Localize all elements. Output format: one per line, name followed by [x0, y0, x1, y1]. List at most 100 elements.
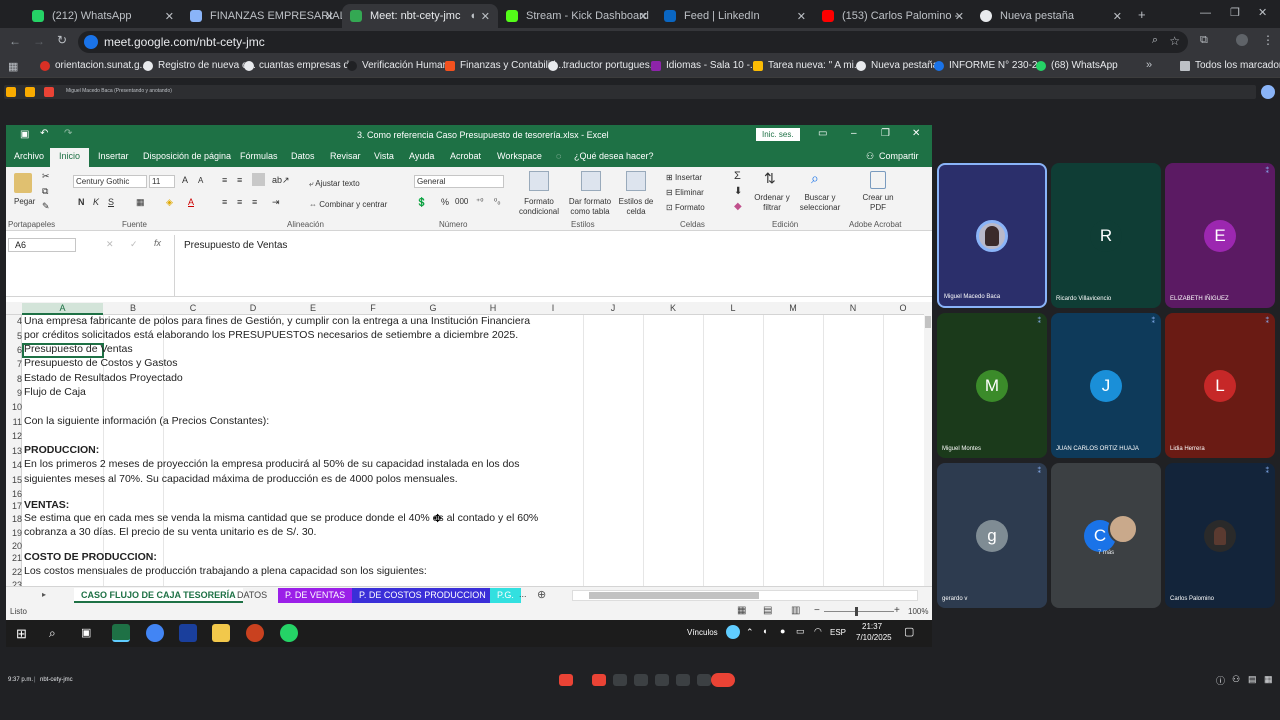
add-sheet-button[interactable]: ⊕	[537, 588, 546, 601]
extensions-icon[interactable]: ⧉	[1200, 34, 1208, 47]
file-explorer-icon[interactable]	[212, 624, 230, 642]
tab-disposicion[interactable]: Disposición de página	[143, 151, 231, 161]
tab-vista[interactable]: Vista	[374, 151, 394, 161]
normal-view-icon[interactable]: ▦	[737, 605, 746, 616]
participant-tile[interactable]: ⁑ M Miguel Montes	[937, 313, 1047, 458]
microphone-icon[interactable]: ●	[780, 626, 785, 636]
minimize-button[interactable]: –	[851, 128, 857, 139]
row-header[interactable]: 21	[6, 553, 22, 563]
chevron-up-icon[interactable]: ⌃	[746, 627, 754, 638]
sheet-tab[interactable]: DATOS	[230, 588, 274, 603]
new-tab-button[interactable]: +	[1138, 7, 1146, 22]
cell-text[interactable]: COSTO DE PRODUCCION:	[24, 551, 157, 563]
clock-date[interactable]: 7/10/2025	[856, 633, 892, 642]
row-header[interactable]: 17	[6, 501, 22, 511]
tab-datos[interactable]: Datos	[291, 151, 315, 161]
row-header[interactable]: 16	[6, 489, 22, 499]
cell-text[interactable]: PRODUCCION:	[24, 444, 99, 456]
decrease-decimal-icon[interactable]: ⁰₀	[494, 197, 501, 206]
row-header[interactable]: 13	[6, 446, 22, 456]
horizontal-scrollbar[interactable]	[572, 590, 918, 601]
participant-tile[interactable]: ⁑ J JUAN CARLOS ORTIZ HUAJA	[1051, 313, 1161, 458]
maximize-button[interactable]: ❐	[881, 128, 890, 139]
browser-tab-linkedin[interactable]: Feed | LinkedIn ✕	[656, 4, 814, 28]
speaker-icon[interactable]: ◖	[762, 626, 767, 636]
sign-in-button[interactable]: Inic. ses.	[756, 128, 800, 141]
row-header[interactable]: 10	[6, 402, 22, 412]
column-header[interactable]: B	[103, 303, 163, 313]
participant-tile[interactable]: ⁑ L Lidia Herrera	[1165, 313, 1275, 458]
delete-cells-button[interactable]: ⊟ Eliminar	[666, 188, 704, 197]
captions-button[interactable]	[613, 674, 627, 686]
ribbon-display-icon[interactable]: ▭	[818, 128, 827, 139]
autosum-icon[interactable]: Σ	[734, 170, 741, 182]
row-header[interactable]: 8	[6, 374, 22, 384]
zoom-in-icon[interactable]: +	[894, 605, 900, 616]
column-header[interactable]: I	[523, 303, 583, 313]
participant-tile[interactable]: ⁑ g gerardo v	[937, 463, 1047, 608]
cell-styles-icon[interactable]	[626, 171, 646, 191]
clear-icon[interactable]: ◆	[734, 201, 742, 212]
cell-styles-button[interactable]: Estilos de celda	[616, 197, 656, 217]
cut-icon[interactable]: ✂	[42, 171, 50, 182]
tab-acrobat[interactable]: Acrobat	[450, 151, 481, 161]
sheet-tab[interactable]: P. DE VENTAS	[278, 588, 353, 603]
browser-tab-meet[interactable]: Meet: nbt-cety-jmc ◖ ✕	[342, 4, 498, 28]
name-box[interactable]: A6	[8, 238, 76, 252]
row-header[interactable]: 11	[6, 417, 22, 427]
whatsapp-taskbar-icon[interactable]	[280, 624, 298, 642]
raise-hand-button[interactable]	[676, 674, 690, 686]
presenter-tool-icon[interactable]	[6, 87, 16, 97]
align-right-icon[interactable]: ≡	[252, 197, 257, 207]
tab-inicio[interactable]: Inicio	[50, 148, 90, 167]
emoji-button[interactable]	[634, 674, 648, 686]
row-header[interactable]: 6	[6, 345, 22, 355]
sheet-tab[interactable]: P.G.	[490, 588, 521, 603]
indent-icon[interactable]: ⇥	[272, 197, 280, 208]
apps-icon[interactable]: ▦	[8, 60, 18, 73]
row-header[interactable]: 12	[6, 431, 22, 441]
increase-decimal-icon[interactable]: ⁺⁰	[476, 197, 483, 206]
page-break-icon[interactable]: ▥	[791, 605, 800, 616]
find-select-button[interactable]: Buscar y seleccionar	[794, 193, 846, 213]
bookmark-item[interactable]: orientacion.sunat.g...	[40, 60, 148, 71]
row-header[interactable]: 9	[6, 388, 22, 398]
wifi-icon[interactable]: ◠	[814, 626, 822, 637]
font-size-select[interactable]: 11	[149, 175, 175, 188]
cell-text[interactable]: VENTAS:	[24, 499, 69, 511]
bookmark-item[interactable]: Registro de nueva e...	[143, 60, 256, 71]
chrome-taskbar-icon[interactable]	[146, 624, 164, 642]
column-header[interactable]: E	[283, 303, 343, 313]
cell-text[interactable]: cobranza a 30 días. El precio de su vent…	[24, 526, 316, 538]
clock-time[interactable]: 21:37	[862, 622, 882, 631]
close-tab-icon[interactable]: ✕	[639, 10, 648, 23]
number-format-select[interactable]: General	[414, 175, 504, 188]
close-tab-icon[interactable]: ✕	[797, 10, 806, 23]
row-header[interactable]: 7	[6, 359, 22, 369]
excel-taskbar-icon[interactable]	[112, 624, 130, 642]
font-name-select[interactable]: Century Gothic	[73, 175, 147, 188]
battery-icon[interactable]: ▭	[796, 626, 805, 637]
zoom-level[interactable]: 100%	[908, 607, 928, 616]
cell-text[interactable]: Presupuesto de Costos y Gastos	[24, 357, 178, 369]
conditional-format-button[interactable]: Formato condicional	[514, 197, 564, 217]
tab-formulas[interactable]: Fórmulas	[240, 151, 278, 161]
page-layout-icon[interactable]: ▤	[763, 605, 772, 616]
row-header[interactable]: 14	[6, 460, 22, 470]
close-tab-icon[interactable]: ✕	[165, 10, 174, 23]
align-top-icon[interactable]: ≡	[222, 175, 227, 185]
presenter-tool-icon[interactable]	[25, 87, 35, 97]
column-header[interactable]: D	[223, 303, 283, 313]
redo-icon[interactable]: ↷	[64, 128, 72, 139]
activities-icon[interactable]: ▦	[1264, 674, 1273, 685]
comma-style-icon[interactable]: 000	[455, 197, 468, 206]
bookmark-item[interactable]: Idiomas - Sala 10 -...	[651, 60, 758, 71]
save-icon[interactable]: ▣	[20, 129, 29, 140]
links-toolbar[interactable]: Vínculos	[687, 628, 718, 637]
tell-me-input[interactable]: ¿Qué desea hacer?	[574, 151, 654, 161]
audio-playing-icon[interactable]: ◖	[469, 10, 476, 22]
scroll-sheets-icon[interactable]: ▸	[42, 590, 46, 599]
mic-off-button[interactable]	[559, 674, 573, 686]
format-painter-icon[interactable]: ✎	[42, 201, 50, 212]
tab-workspace[interactable]: Workspace	[497, 151, 542, 161]
